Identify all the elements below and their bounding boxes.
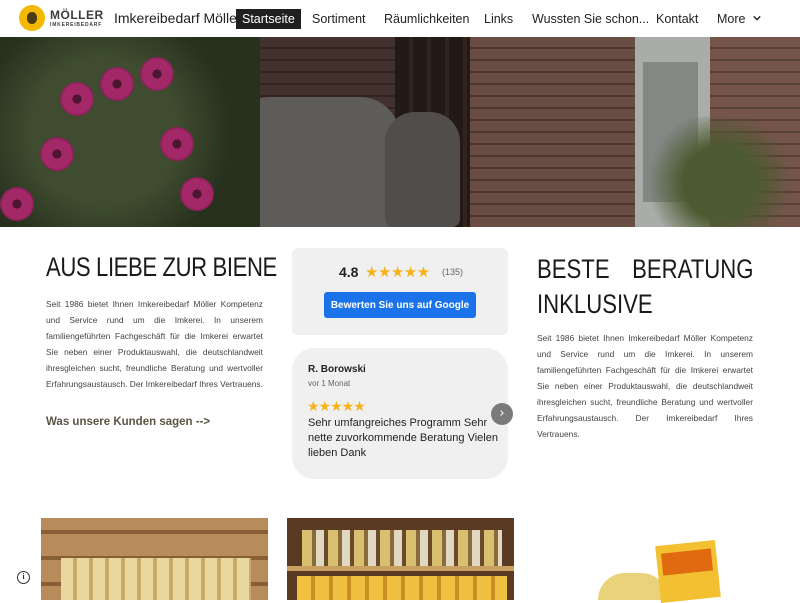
next-review-button[interactable]: › — [491, 403, 513, 425]
menu-item-sortiment[interactable]: Sortiment — [312, 9, 366, 29]
customer-reviews-link[interactable]: Was unsere Kunden sagen --> — [46, 416, 210, 428]
shop-products-image — [287, 518, 514, 600]
honey-products-image — [598, 540, 721, 603]
review-time: vor 1 Monat — [308, 379, 351, 388]
hero-image — [0, 37, 800, 227]
rate-on-google-button[interactable]: Bewerten Sie uns auf Google — [324, 292, 476, 318]
menu-item-startseite[interactable]: Startseite — [236, 9, 301, 29]
right-heading: BESTE BERATUNG INKLUSIVE — [537, 252, 753, 322]
menu-item-kontakt[interactable]: Kontakt — [656, 9, 698, 29]
info-icon[interactable]: i — [17, 571, 30, 584]
left-paragraph: Seit 1986 bietet Ihnen Imkereibedarf Möl… — [46, 299, 263, 389]
bee-logo-icon — [19, 5, 45, 31]
right-heading-word1: BESTE — [537, 254, 610, 284]
top-nav: MÖLLER IMKEREIBEDARF Imkereibedarf Mölle… — [0, 0, 800, 37]
google-rating-card: 4.8 ★★★★★ (135) Bewerten Sie uns auf Goo… — [292, 248, 508, 335]
menu-item-links[interactable]: Links — [484, 9, 513, 29]
review-stars: ★★★★★ — [307, 398, 366, 414]
shop-shelves-image — [41, 518, 268, 600]
right-paragraph: Seit 1986 bietet Ihnen Imkereibedarf Möl… — [537, 333, 753, 439]
left-heading: AUS LIEBE ZUR BIENE — [46, 252, 277, 282]
site-logo[interactable]: MÖLLER IMKEREIBEDARF — [19, 5, 104, 32]
menu-item-raeumlichkeiten[interactable]: Räumlichkeiten — [384, 9, 469, 29]
logo-name: MÖLLER — [50, 8, 104, 22]
rating-stars: ★★★★★ — [365, 264, 430, 281]
site-title[interactable]: Imkereibedarf Möller — [114, 10, 242, 26]
rating-score: 4.8 — [339, 264, 359, 280]
menu-item-wussten-sie-schon[interactable]: Wussten Sie schon... — [532, 9, 649, 29]
rating-count: (135) — [442, 267, 464, 277]
right-heading-line2: INKLUSIVE — [537, 289, 653, 319]
chevron-down-icon[interactable] — [753, 14, 761, 22]
review-text: Sehr umfangreiches Programm Sehr nette z… — [308, 417, 498, 459]
menu-item-more[interactable]: More — [717, 9, 745, 29]
reviewer-name: R. Borowski — [308, 364, 366, 375]
logo-subtitle: IMKEREIBEDARF — [50, 22, 103, 28]
right-heading-word2: BERATUNG — [632, 254, 754, 284]
review-card: R. Borowski vor 1 Monat ★★★★★ Sehr umfan… — [292, 348, 508, 479]
